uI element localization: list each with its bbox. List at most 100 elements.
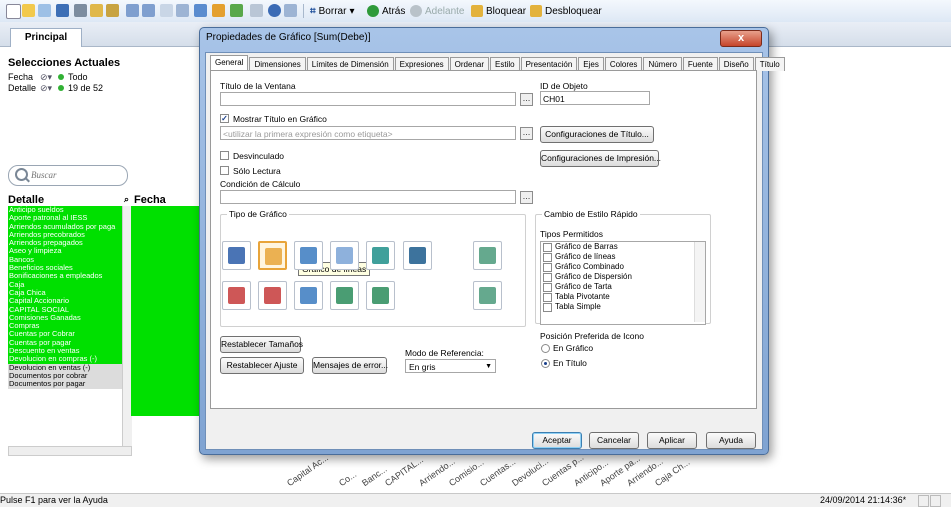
calc-condition-input[interactable] [220,190,516,204]
funnel-chart-glyph [336,287,353,304]
selection-menu-icon[interactable]: ⊘▾ [40,72,58,83]
allowed-type-checkbox[interactable] [543,253,552,262]
reset-sizes-button[interactable]: Restablecer Tamaños [220,336,303,353]
redo-icon[interactable] [142,4,155,17]
allowed-type-item[interactable]: Gráfico de líneas [541,252,705,262]
funnel-chart-icon[interactable] [330,281,359,310]
lock-button[interactable]: Bloquear [471,3,526,19]
properties-icon[interactable] [194,4,207,17]
tab-ejes[interactable]: Ejes [578,57,604,71]
select-icon[interactable] [176,4,189,17]
undo-icon[interactable] [126,4,139,17]
block-chart-icon[interactable] [258,281,287,310]
unlock-button[interactable]: Desbloquear [530,3,602,19]
edit-script-icon[interactable] [90,4,103,17]
allowed-type-checkbox[interactable] [543,263,552,272]
mekko-chart-icon[interactable] [366,281,395,310]
in-chart-radio[interactable] [541,344,550,353]
accept-button[interactable]: Aceptar [532,432,582,449]
allowed-type-checkbox[interactable] [543,303,552,312]
error-messages-button[interactable]: Mensajes de error... [312,357,388,374]
radar-chart-icon[interactable] [330,241,359,270]
save-icon[interactable] [56,4,69,17]
cancel-button[interactable]: Cancelar [589,432,639,449]
pie-chart-icon[interactable] [294,281,323,310]
unlinked-checkbox[interactable] [220,151,229,160]
straight-table-icon[interactable] [473,281,502,310]
allowed-types-scrollbar[interactable] [694,242,705,322]
search-input[interactable] [29,169,123,181]
status-indicator [930,495,941,507]
open-folder-icon[interactable] [22,4,35,17]
list-item[interactable]: Bonificaciones a empleados [8,272,122,281]
clear-button[interactable]: ⌗ Borrar ▾ [310,3,354,19]
window-title-input[interactable] [220,92,516,106]
tab-título[interactable]: Título [754,57,785,71]
context-help-icon[interactable] [284,4,297,17]
chart-icon[interactable] [212,4,225,17]
allowed-type-item[interactable]: Gráfico de Tarta [541,282,705,292]
allowed-type-checkbox[interactable] [543,273,552,282]
bar-chart-icon[interactable] [222,241,251,270]
tab-número[interactable]: Número [643,57,682,71]
list-item[interactable]: Documentos por pagar [8,379,122,389]
apply-button[interactable]: Aplicar [647,432,697,449]
new-document-icon[interactable] [6,4,21,19]
line-chart-icon[interactable] [258,241,287,270]
chart-title-expression-button[interactable]: … [520,127,533,140]
open-server-icon[interactable] [38,4,51,17]
gauge-chart-icon[interactable] [366,241,395,270]
detalle-listbox: Anticipo sueldos Aporte patronal al IESS A… [8,206,122,456]
tab-fuente[interactable]: Fuente [682,57,718,71]
allowed-type-item[interactable]: Tabla Pivotante [541,292,705,302]
help-button[interactable]: Ayuda [706,432,756,449]
allowed-type-checkbox[interactable] [543,293,552,302]
forward-button[interactable]: Adelante [410,3,464,19]
chart-title-input[interactable]: <utilizar la primera expresión como etiq… [220,126,516,140]
find-icon[interactable] [160,4,173,17]
calc-condition-expression-button[interactable]: … [520,191,533,204]
allowed-type-item[interactable]: Tabla Simple [541,302,705,312]
tab-general[interactable]: General [210,55,249,71]
allowed-type-item[interactable]: Gráfico de Dispersión [541,272,705,282]
print-settings-button[interactable]: Configuraciones de Impresión... [540,150,661,167]
window-title-expression-button[interactable]: … [520,93,533,106]
in-title-radio[interactable] [541,359,550,368]
title-settings-button[interactable]: Configuraciones de Título... [540,126,654,143]
object-id-input[interactable]: CH01 [540,91,650,105]
readonly-checkbox[interactable] [220,166,229,175]
tab-principal[interactable]: Principal [10,28,82,47]
selection-menu-icon[interactable]: ⊘▾ [40,83,58,94]
gauge-chart-glyph [372,247,389,264]
tab-límites-de-dimensión[interactable]: Límites de Dimensión [306,57,394,71]
combo-chart-glyph [300,247,317,264]
tab-dimensiones[interactable]: Dimensiones [249,57,306,71]
reset-fit-button[interactable]: Restablecer Ajuste [220,357,304,374]
search-box[interactable] [8,165,128,186]
tab-presentación[interactable]: Presentación [520,57,578,71]
edit-icon[interactable] [250,4,263,17]
grid-chart-icon[interactable] [403,241,432,270]
close-button[interactable]: x [720,30,762,47]
show-title-checkbox[interactable]: ✓ [220,114,229,123]
tab-dise-o[interactable]: Diseño [718,57,754,71]
tab-estilo[interactable]: Estilo [490,57,520,71]
horizontal-scrollbar[interactable] [8,446,132,456]
scatter-chart-icon[interactable] [222,281,251,310]
help-icon[interactable] [268,4,281,17]
tab-expresiones[interactable]: Expresiones [394,57,449,71]
allowed-type-checkbox[interactable] [543,243,552,252]
pivot-table-icon[interactable] [473,241,502,270]
favorite-icon[interactable] [230,4,243,17]
allowed-type-checkbox[interactable] [543,283,552,292]
allowed-type-item[interactable]: Gráfico de Barras [541,242,705,252]
back-button[interactable]: Atrás [367,3,405,19]
combo-chart-icon[interactable] [294,241,323,270]
ref-mode-select[interactable]: En gris ▼ [405,359,496,373]
tab-colores[interactable]: Colores [604,57,643,71]
reload-icon[interactable] [106,4,119,17]
tab-ordenar[interactable]: Ordenar [449,57,490,71]
allowed-type-item[interactable]: Gráfico Combinado [541,262,705,272]
listbox-search-icon[interactable]: ⌕ [124,194,129,205]
print-icon[interactable] [74,4,87,17]
